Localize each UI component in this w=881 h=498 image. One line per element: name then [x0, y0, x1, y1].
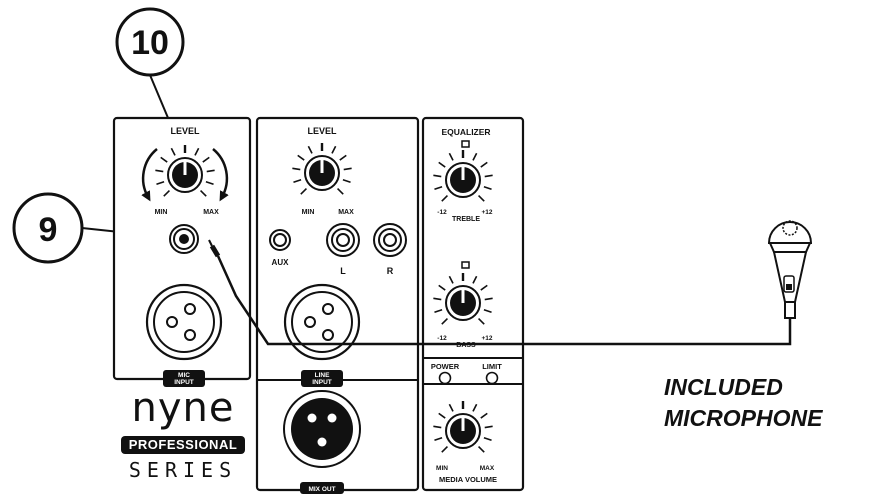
media-volume-knob[interactable]: [445, 413, 481, 449]
line-input-label: LINE INPUT: [312, 372, 332, 386]
media-max-label: MAX: [480, 465, 495, 472]
brand-series: SERIES: [128, 458, 238, 482]
rca-left-label: L: [340, 266, 346, 276]
line-level-label: LEVEL: [307, 126, 337, 136]
aux-label: AUX: [272, 258, 290, 267]
line-level-knob[interactable]: [304, 155, 340, 191]
treble-knob[interactable]: [445, 162, 481, 198]
rca-right-label: R: [387, 266, 394, 276]
line-max-label: MAX: [338, 209, 354, 216]
mix-out-xlr-jack[interactable]: [283, 390, 361, 468]
power-label: POWER: [431, 362, 460, 371]
rca-right-jack[interactable]: [373, 223, 407, 257]
mix-out-tag: MIX OUT: [300, 482, 344, 494]
aux-jack[interactable]: [269, 229, 291, 251]
callout-9-label: 9: [39, 211, 58, 249]
limit-label: LIMIT: [482, 362, 502, 371]
mic-max-label: MAX: [203, 209, 219, 216]
microphone-icon: [767, 220, 813, 319]
limit-led: [485, 371, 499, 385]
microphone-caption-line1: INCLUDED: [664, 374, 783, 400]
rca-left-jack[interactable]: [326, 223, 360, 257]
brand-wordmark: nyne: [131, 385, 235, 431]
mic-level-label: LEVEL: [170, 126, 200, 136]
media-volume-label: MEDIA VOLUME: [439, 475, 497, 484]
mic-level-knob[interactable]: [167, 157, 203, 193]
bass-max-label: +12: [481, 335, 492, 342]
line-xlr-jack[interactable]: [283, 283, 361, 361]
mic-quarter-inch-jack[interactable]: [169, 224, 199, 254]
microphone-caption: INCLUDED MICROPHONE: [664, 372, 822, 434]
microphone-caption-line2: MICROPHONE: [664, 405, 823, 431]
media-min-label: MIN: [436, 465, 448, 472]
line-min-label: MIN: [302, 209, 315, 216]
treble-min-label: -12: [437, 209, 447, 216]
mic-min-label: MIN: [155, 209, 168, 216]
mix-out-label: MIX OUT: [308, 486, 335, 493]
callout-10-label: 10: [131, 24, 169, 62]
treble-label: TREBLE: [452, 216, 480, 223]
equalizer-title: EQUALIZER: [441, 127, 490, 137]
treble-max-label: +12: [481, 209, 492, 216]
brand-tagline: PROFESSIONAL: [121, 436, 245, 454]
mic-xlr-jack[interactable]: [145, 283, 223, 361]
power-led: [438, 371, 452, 385]
bass-min-label: -12: [437, 335, 447, 342]
line-input-tag: LINE INPUT: [301, 370, 343, 387]
brand-logo: nyne PROFESSIONAL SERIES: [118, 388, 248, 481]
bass-knob[interactable]: [445, 285, 481, 321]
